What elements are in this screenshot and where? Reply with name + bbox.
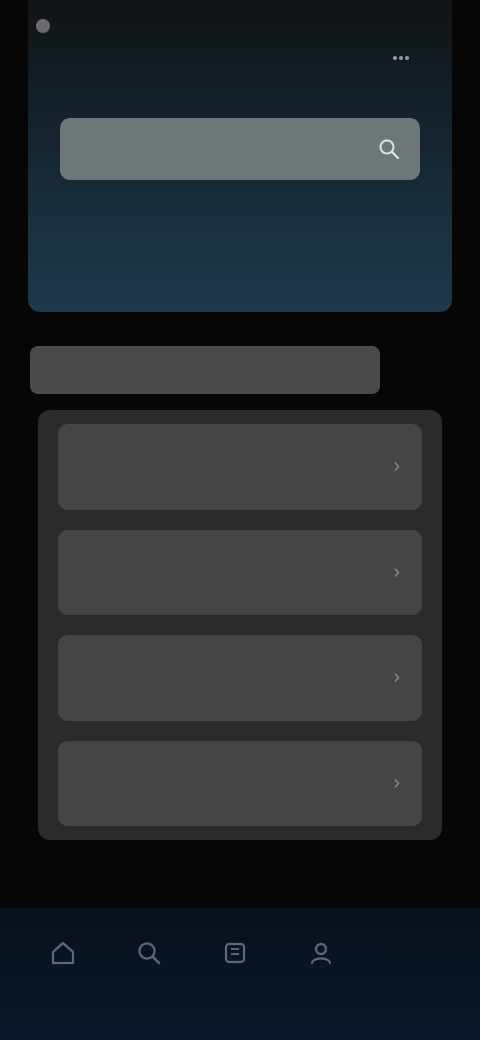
list-item[interactable]: ›	[58, 529, 422, 615]
profile-icon-graphic	[310, 942, 332, 965]
search-nav-icon-graphic	[138, 942, 161, 965]
status-bar	[36, 12, 60, 40]
more-icon-graphic	[393, 56, 409, 60]
search-icon[interactable]	[376, 136, 402, 162]
chevron-right-icon: ›	[393, 771, 400, 794]
summary-secondary	[360, 235, 400, 245]
summary-row	[80, 198, 400, 282]
nav-item-library[interactable]	[192, 936, 278, 980]
search-icon-graphic	[379, 139, 400, 160]
app-screen: › › › ›	[0, 0, 480, 1040]
list-item[interactable]: ›	[58, 740, 422, 826]
nav-item-search[interactable]	[106, 936, 192, 980]
nav-item-profile[interactable]	[278, 936, 364, 980]
home-icon-graphic	[51, 941, 75, 965]
header-row	[60, 40, 416, 76]
chevron-right-icon: ›	[393, 455, 400, 478]
list-item[interactable]: ›	[58, 635, 422, 721]
list-item[interactable]: ›	[58, 424, 422, 510]
nav-item-home[interactable]	[20, 936, 106, 980]
library-icon-graphic	[224, 942, 246, 964]
search-icon	[132, 936, 166, 970]
more-icon[interactable]	[386, 43, 416, 73]
chevron-right-icon: ›	[393, 560, 400, 583]
search-input[interactable]	[78, 138, 364, 160]
bottom-navigation	[0, 908, 480, 1040]
home-icon	[46, 936, 80, 970]
search-bar[interactable]	[60, 118, 420, 180]
settings-list: › › › ›	[38, 410, 442, 840]
section-header	[30, 346, 380, 394]
profile-icon	[304, 936, 338, 970]
summary-primary	[80, 235, 280, 245]
library-icon	[218, 936, 252, 970]
status-indicator-icon	[36, 19, 50, 33]
chevron-right-icon: ›	[393, 666, 400, 689]
